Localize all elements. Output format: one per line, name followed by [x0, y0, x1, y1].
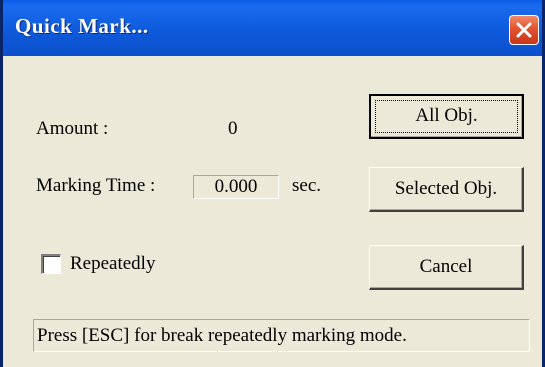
cancel-button-label: Cancel — [419, 256, 473, 277]
status-message: Press [ESC] for break repeatedly marking… — [33, 319, 530, 352]
selected-obj-button[interactable]: Selected Obj. — [369, 167, 524, 212]
marking-time-label: Marking Time : — [36, 175, 156, 196]
selected-obj-button-label: Selected Obj. — [394, 178, 498, 199]
title-bar[interactable]: Quick Mark... — [3, 0, 542, 56]
marking-time-field: 0.000 — [193, 175, 279, 199]
repeatedly-label[interactable]: Repeatedly — [70, 253, 155, 275]
quick-mark-dialog: Quick Mark... Amount : 0 Marking Time : … — [0, 0, 545, 367]
all-obj-button-label: All Obj. — [415, 105, 478, 126]
repeatedly-checkbox[interactable] — [41, 254, 61, 274]
close-icon — [516, 22, 532, 38]
close-button[interactable] — [509, 15, 539, 45]
all-obj-button[interactable]: All Obj. — [369, 94, 524, 139]
marking-time-unit: sec. — [292, 175, 322, 196]
window-title: Quick Mark... — [15, 14, 149, 38]
amount-value: 0 — [228, 118, 238, 139]
amount-label: Amount : — [36, 118, 109, 139]
cancel-button[interactable]: Cancel — [369, 245, 524, 290]
